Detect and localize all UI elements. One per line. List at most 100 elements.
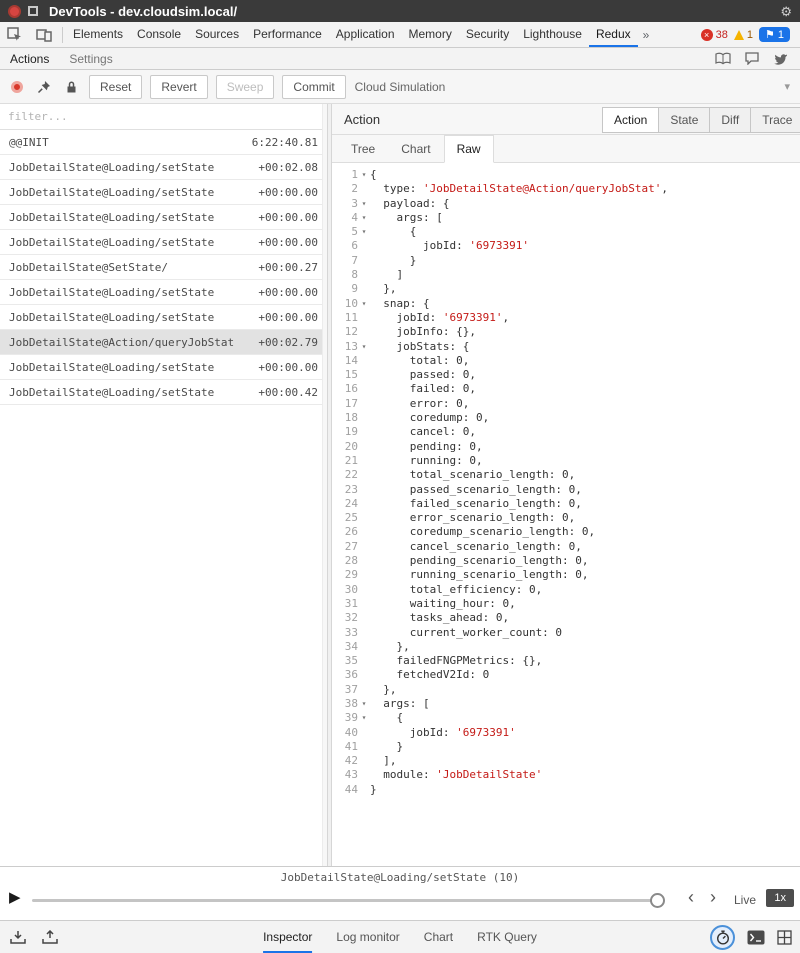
code-plain: error_scenario_length: 0,	[370, 511, 575, 524]
panel-nav-tab[interactable]: Settings	[59, 52, 122, 66]
action-timestamp: +00:00.42	[258, 386, 318, 399]
fold-arrow-icon[interactable]: ▾	[358, 340, 370, 354]
devtools-tab[interactable]: Application	[329, 22, 402, 47]
timeline-slider[interactable]	[32, 899, 662, 902]
line-number: 4	[332, 211, 358, 225]
action-row[interactable]: @@INIT 6:22:40.81	[0, 130, 327, 155]
panel-nav-tab[interactable]: Actions	[0, 52, 59, 66]
toolbar-button[interactable]: Reset	[89, 75, 142, 99]
action-row[interactable]: JobDetailState@Loading/setState +00:00.4…	[0, 380, 327, 405]
inspector-subtab[interactable]: Chart	[388, 135, 443, 163]
divider	[62, 27, 63, 43]
code-plain: jobInfo: {},	[370, 325, 476, 338]
raw-action-code: 1 ▾ { 2 ▾ type: 'JobDetailState@Action/q…	[332, 163, 800, 797]
issues-badge[interactable]: ⚑ 1	[759, 27, 790, 42]
export-state-icon[interactable]	[10, 930, 26, 945]
slider-knob[interactable]	[650, 893, 665, 908]
line-number: 7	[332, 254, 358, 268]
monitor-tab[interactable]: Inspector	[263, 921, 312, 953]
devtools-tab[interactable]: Console	[130, 22, 188, 47]
inspector-tab[interactable]: Diff	[709, 107, 751, 133]
inspector-subtab[interactable]: Tree	[338, 135, 388, 163]
more-tabs-icon[interactable]: »	[638, 28, 655, 42]
devtools-tab[interactable]: Memory	[402, 22, 459, 47]
docs-book-icon[interactable]	[715, 52, 731, 65]
devtools-tab[interactable]: Redux	[589, 22, 638, 47]
stopwatch-focus-ring[interactable]	[710, 925, 735, 950]
fold-arrow-icon[interactable]: ▾	[358, 697, 370, 711]
toolbar-button[interactable]: Sweep	[216, 75, 275, 99]
inspector-tab[interactable]: Trace	[750, 107, 800, 133]
fold-arrow-icon[interactable]: ▾	[358, 211, 370, 225]
chevron-down-icon[interactable]: ▾	[784, 80, 790, 93]
inspector-tab[interactable]: State	[658, 107, 710, 133]
window-restore-icon[interactable]	[28, 6, 38, 16]
play-button[interactable]: ▶	[9, 890, 21, 905]
code-line: 31 ▾ waiting_hour: 0,	[332, 597, 800, 611]
monitor-tab[interactable]: RTK Query	[477, 921, 537, 953]
import-state-icon[interactable]	[42, 930, 58, 945]
code-line: 24 ▾ failed_scenario_length: 0,	[332, 497, 800, 511]
devtools-tab[interactable]: Lighthouse	[516, 22, 589, 47]
code-plain: failed_scenario_length: 0,	[370, 497, 582, 510]
fold-arrow-icon[interactable]: ▾	[358, 168, 370, 182]
device-toolbar-icon[interactable]	[29, 27, 59, 42]
filter-input[interactable]	[8, 110, 319, 123]
speed-button[interactable]: 1x	[766, 889, 794, 907]
toolbar-button[interactable]: Commit	[282, 75, 345, 99]
terminal-icon[interactable]	[747, 930, 765, 945]
fold-arrow-icon[interactable]: ▾	[358, 225, 370, 239]
code-line: 39 ▾ {	[332, 711, 800, 725]
line-number: 30	[332, 583, 358, 597]
monitor-tab[interactable]: Log monitor	[336, 921, 399, 953]
action-row[interactable]: JobDetailState@Loading/setState +00:00.0…	[0, 355, 327, 380]
step-forward-button[interactable]: ›	[710, 887, 716, 908]
action-row[interactable]: JobDetailState@Loading/setState +00:00.0…	[0, 180, 327, 205]
code-plain: total: 0,	[370, 354, 469, 367]
monitor-tab[interactable]: Chart	[424, 921, 453, 953]
step-back-button[interactable]: ‹	[688, 887, 694, 908]
code-line: 14 ▾ total: 0,	[332, 354, 800, 368]
action-row[interactable]: JobDetailState@Loading/setState +00:00.0…	[0, 205, 327, 230]
code-plain: type:	[370, 182, 423, 195]
pin-icon[interactable]	[34, 80, 54, 94]
code-plain: jobStats: {	[370, 340, 469, 353]
record-button[interactable]	[11, 81, 23, 93]
fold-arrow-icon[interactable]: ▾	[358, 297, 370, 311]
action-row[interactable]: JobDetailState@Loading/setState +00:00.0…	[0, 305, 327, 330]
devtools-tab[interactable]: Security	[459, 22, 516, 47]
fold-arrow-icon[interactable]: ▾	[358, 711, 370, 725]
warning-badge[interactable]: 1	[734, 29, 753, 41]
gear-icon[interactable]: ⚙	[780, 5, 792, 18]
action-label: @@INIT	[9, 136, 49, 149]
code-line: 12 ▾ jobInfo: {},	[332, 325, 800, 339]
feedback-chat-icon[interactable]	[745, 52, 759, 65]
inspect-element-icon[interactable]	[0, 27, 29, 42]
action-timestamp: +00:00.00	[258, 286, 318, 299]
line-number: 22	[332, 468, 358, 482]
lock-icon[interactable]	[62, 80, 81, 94]
devtools-tab[interactable]: Sources	[188, 22, 246, 47]
action-row[interactable]: JobDetailState@SetState/ +00:00.27	[0, 255, 327, 280]
instance-selector[interactable]: Cloud Simulation	[355, 80, 446, 94]
twitter-bird-icon[interactable]	[773, 53, 788, 65]
toolbar-button[interactable]: Revert	[150, 75, 207, 99]
error-badge[interactable]: × 38	[701, 29, 728, 41]
grid-layout-icon[interactable]	[777, 930, 792, 945]
code-plain: },	[370, 640, 410, 653]
devtools-tab[interactable]: Performance	[246, 22, 329, 47]
inspector-subtab[interactable]: Raw	[444, 135, 494, 163]
action-row[interactable]: JobDetailState@Loading/setState +00:00.0…	[0, 230, 327, 255]
action-row[interactable]: JobDetailState@Action/queryJobStat +00:0…	[0, 330, 327, 355]
code-plain: total_scenario_length: 0,	[370, 468, 575, 481]
action-row[interactable]: JobDetailState@Loading/setState +00:00.0…	[0, 280, 327, 305]
code-line: 20 ▾ pending: 0,	[332, 440, 800, 454]
window-close-button[interactable]	[8, 5, 21, 18]
code-plain: args: [	[370, 211, 443, 224]
devtools-tab[interactable]: Elements	[66, 22, 130, 47]
action-row[interactable]: JobDetailState@Loading/setState +00:02.0…	[0, 155, 327, 180]
live-button[interactable]: Live	[734, 893, 756, 907]
code-line: 21 ▾ running: 0,	[332, 454, 800, 468]
inspector-tab[interactable]: Action	[602, 107, 659, 133]
fold-arrow-icon[interactable]: ▾	[358, 197, 370, 211]
